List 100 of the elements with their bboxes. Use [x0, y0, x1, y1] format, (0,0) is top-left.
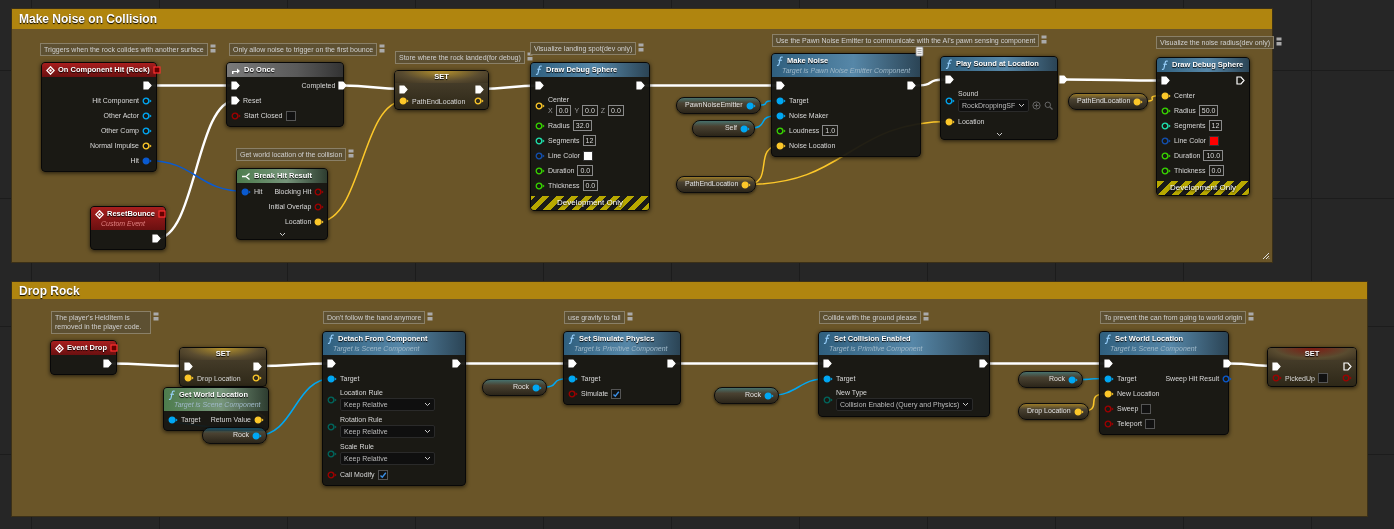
- chevron-icon: [1018, 103, 1026, 108]
- checkbox[interactable]: [611, 388, 622, 399]
- exec-pin-icon[interactable]: [143, 81, 152, 90]
- data-pin-icon[interactable]: [1161, 151, 1171, 160]
- data-pin-icon[interactable]: [1161, 91, 1171, 100]
- exec-pin-icon[interactable]: [823, 359, 832, 368]
- comment-toggle-icon[interactable]: [1276, 37, 1282, 46]
- exec-pin-icon[interactable]: [152, 234, 161, 243]
- comment-toggle-icon[interactable]: [626, 312, 633, 321]
- color-swatch[interactable]: [582, 150, 593, 161]
- data-pin-icon[interactable]: [764, 391, 774, 400]
- data-pin-icon[interactable]: [776, 141, 786, 150]
- add-icon[interactable]: [1032, 101, 1042, 110]
- data-pin-icon[interactable]: [568, 374, 578, 383]
- exec-pin-icon[interactable]: [979, 359, 989, 368]
- data-pin-icon[interactable]: [314, 217, 325, 226]
- exec-pin-icon[interactable]: [1236, 76, 1245, 85]
- data-pin-icon[interactable]: [142, 96, 152, 105]
- data-pin-icon[interactable]: [532, 383, 542, 392]
- comment-toggle-icon[interactable]: [638, 43, 645, 52]
- comment-toggle-icon[interactable]: [379, 44, 386, 53]
- data-pin-icon[interactable]: [252, 374, 262, 382]
- data-pin-icon[interactable]: [1133, 97, 1144, 106]
- exec-pin-icon[interactable]: [667, 359, 676, 368]
- exec-pin-icon[interactable]: [1104, 359, 1113, 368]
- data-pin-icon[interactable]: [252, 431, 262, 440]
- exec-pin-icon[interactable]: [907, 81, 916, 90]
- group-title: Drop Rock: [12, 282, 1367, 299]
- chevron-icon: [424, 429, 431, 434]
- data-pin-icon[interactable]: [254, 415, 264, 424]
- data-pin-icon[interactable]: [741, 180, 752, 189]
- exec-pin-icon[interactable]: [327, 359, 336, 368]
- data-pin-icon[interactable]: [142, 126, 152, 135]
- checkbox[interactable]: [1317, 373, 1328, 383]
- checkbox[interactable]: [1144, 418, 1155, 429]
- color-swatch[interactable]: [1208, 135, 1219, 146]
- data-pin-icon[interactable]: [1068, 375, 1078, 384]
- data-pin-icon[interactable]: [184, 374, 194, 382]
- data-pin-icon[interactable]: [535, 181, 545, 190]
- exec-pin-icon[interactable]: [1272, 361, 1281, 371]
- chevron-icon: [424, 456, 431, 461]
- comment-toggle-icon[interactable]: [1248, 312, 1255, 321]
- exec-pin-icon[interactable]: [945, 75, 954, 84]
- data-pin-icon[interactable]: [535, 121, 545, 130]
- checkbox[interactable]: [377, 469, 388, 480]
- data-pin-icon[interactable]: [535, 136, 545, 145]
- search-icon[interactable]: [1044, 101, 1054, 110]
- expand-chevron-icon[interactable]: [278, 232, 286, 237]
- comment-toggle-icon[interactable]: [348, 149, 355, 158]
- data-pin-icon[interactable]: [168, 415, 178, 424]
- data-pin-icon[interactable]: [1104, 389, 1114, 398]
- comment-toggle-icon[interactable]: [922, 312, 929, 321]
- exec-pin-icon[interactable]: [399, 84, 408, 94]
- checkbox[interactable]: [1141, 403, 1152, 414]
- checkbox[interactable]: [285, 110, 296, 121]
- exec-pin-icon[interactable]: [231, 96, 240, 105]
- delegate-pin-icon[interactable]: [110, 344, 118, 352]
- data-pin-icon[interactable]: [823, 374, 833, 383]
- exec-pin-icon[interactable]: [338, 81, 348, 90]
- exec-pin-icon[interactable]: [636, 81, 645, 90]
- exec-pin-icon[interactable]: [231, 81, 240, 90]
- resize-grip-icon[interactable]: [1262, 252, 1270, 260]
- delegate-pin-icon[interactable]: [157, 210, 166, 218]
- data-pin-icon[interactable]: [776, 126, 786, 135]
- data-pin-icon[interactable]: [142, 141, 152, 150]
- data-pin-icon[interactable]: [327, 374, 337, 383]
- exec-pin-icon[interactable]: [1059, 75, 1069, 84]
- exec-pin-icon[interactable]: [184, 361, 193, 371]
- exec-pin-icon[interactable]: [776, 81, 785, 90]
- exec-pin-icon[interactable]: [475, 84, 484, 94]
- exec-pin-icon[interactable]: [452, 359, 461, 368]
- exec-pin-icon[interactable]: [253, 361, 262, 371]
- data-pin-icon[interactable]: [1161, 106, 1171, 115]
- comment-toggle-icon[interactable]: [153, 312, 159, 321]
- data-pin-icon[interactable]: [745, 101, 756, 110]
- data-pin-icon[interactable]: [535, 166, 545, 175]
- data-pin-icon[interactable]: [1161, 166, 1171, 175]
- comment-toggle-icon[interactable]: [427, 312, 434, 321]
- data-pin-icon[interactable]: [142, 111, 152, 120]
- comment-toggle-icon[interactable]: [1041, 35, 1048, 44]
- data-pin-icon[interactable]: [1104, 374, 1114, 383]
- exec-pin-icon[interactable]: [1343, 361, 1352, 371]
- data-pin-icon[interactable]: [1073, 407, 1084, 416]
- data-pin-icon[interactable]: [740, 124, 750, 133]
- exec-pin-icon[interactable]: [535, 81, 544, 90]
- data-pin-icon[interactable]: [945, 117, 955, 126]
- data-pin-icon[interactable]: [1161, 121, 1171, 130]
- exec-pin-icon[interactable]: [1223, 359, 1233, 368]
- data-pin-icon[interactable]: [535, 101, 545, 110]
- exec-pin-icon[interactable]: [103, 359, 112, 368]
- data-pin-icon[interactable]: [474, 97, 484, 105]
- data-pin-icon[interactable]: [776, 96, 786, 105]
- delegate-pin-icon[interactable]: [152, 66, 161, 74]
- comment-toggle-icon[interactable]: [209, 44, 216, 53]
- data-pin-icon[interactable]: [776, 111, 786, 120]
- exec-pin-icon[interactable]: [568, 359, 577, 368]
- expand-chevron-icon[interactable]: [995, 132, 1003, 137]
- data-pin-icon[interactable]: [945, 96, 955, 105]
- data-pin-icon[interactable]: [399, 97, 409, 105]
- exec-pin-icon[interactable]: [1161, 76, 1170, 85]
